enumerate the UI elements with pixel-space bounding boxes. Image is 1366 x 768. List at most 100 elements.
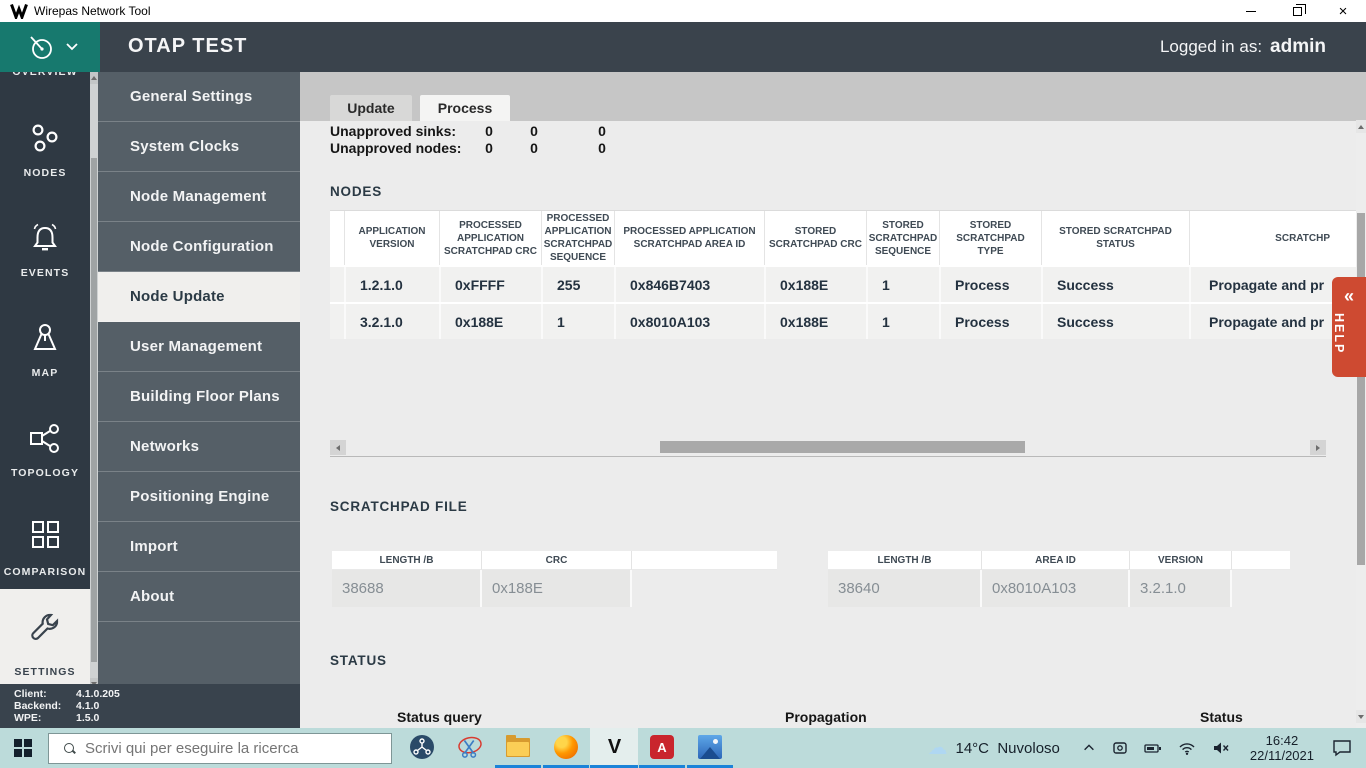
sidebar-scroll-up-button[interactable] xyxy=(90,72,98,84)
row-cell: Process xyxy=(941,267,1043,302)
restore-button[interactable] xyxy=(1274,0,1320,22)
table-row[interactable]: 1.2.1.0 0xFFFF 255 0x846B7403 0x188E 1 P… xyxy=(330,265,1366,302)
help-tab[interactable]: « HELP xyxy=(1332,277,1366,377)
row-cell: Process xyxy=(941,304,1043,339)
os-titlebar: Wirepas Network Tool × xyxy=(0,0,1366,22)
sidebar-item-topology[interactable]: TOPOLOGY xyxy=(0,467,90,479)
search-input[interactable] xyxy=(85,740,375,757)
page-title: OTAP TEST xyxy=(128,35,248,57)
client-version-value: 4.1.0.205 xyxy=(76,688,120,700)
row-cell: 0xFFFF xyxy=(441,267,543,302)
menu-item-system-clocks[interactable]: System Clocks xyxy=(98,122,300,172)
menu-item-node-configuration[interactable]: Node Configuration xyxy=(98,222,300,272)
logged-in-status: Logged in as: admin xyxy=(1160,36,1326,58)
menu-item-general-settings[interactable]: General Settings xyxy=(98,72,300,122)
wirepas-logo-icon xyxy=(10,3,28,19)
unapproved-sinks-label: Unapproved sinks: xyxy=(330,123,457,139)
status-section-title: STATUS xyxy=(330,653,387,668)
hscroll-thumb[interactable] xyxy=(660,441,1025,453)
adobe-acrobat-icon[interactable]: A xyxy=(649,734,675,760)
content-scrollbar[interactable] xyxy=(1356,120,1366,728)
tab-update[interactable]: Update xyxy=(330,95,412,121)
unapproved-nodes-row: Unapproved nodes: 0 0 0 xyxy=(330,140,606,157)
network-tool-icon[interactable] xyxy=(409,734,435,760)
taskbar-search[interactable] xyxy=(48,733,392,764)
overview-active-tile[interactable] xyxy=(0,22,100,72)
file-area-id-value: 0x8010A103 xyxy=(982,570,1130,607)
bell-icon[interactable] xyxy=(27,220,63,256)
row-cell: 0x846B7403 xyxy=(616,267,766,302)
row-cell: 0x8010A103 xyxy=(616,304,766,339)
taskbar-clock[interactable]: 16:42 22/11/2021 xyxy=(1250,733,1314,763)
firefox-icon[interactable] xyxy=(553,734,579,760)
menu-item-building-floor-plans[interactable]: Building Floor Plans xyxy=(98,372,300,422)
gauge-icon xyxy=(30,36,52,59)
nodes-circles-icon[interactable] xyxy=(27,121,63,157)
menu-item-user-management[interactable]: User Management xyxy=(98,322,300,372)
section-divider xyxy=(330,456,1326,457)
column-header: PROCESSED APPLICATION SCRATCHPAD SEQUENC… xyxy=(542,211,615,265)
menu-item-networks[interactable]: Networks xyxy=(98,422,300,472)
sidebar-scrollbar-thumb[interactable] xyxy=(91,158,97,662)
battery-icon[interactable] xyxy=(1144,740,1162,756)
wirepas-app-icon[interactable]: V xyxy=(601,734,627,760)
logged-in-label: Logged in as: xyxy=(1159,37,1263,56)
menu-item-about[interactable]: About xyxy=(98,572,300,622)
start-button[interactable] xyxy=(14,739,32,757)
volume-muted-icon[interactable] xyxy=(1212,740,1230,756)
topology-icon[interactable] xyxy=(27,421,63,457)
hscroll-right-button[interactable] xyxy=(1310,440,1326,455)
scratchpad-sink-table: LENGTH /B CRC 38688 0x188E xyxy=(332,551,777,607)
column-header: VERSION xyxy=(1130,551,1232,570)
sidebar-item-events[interactable]: EVENTS xyxy=(0,267,90,279)
unapproved-nodes-value: 0 xyxy=(485,140,493,156)
scratchpad-file-table: LENGTH /B AREA ID VERSION 38640 0x8010A1… xyxy=(828,551,1290,607)
unapproved-nodes-value: 0 xyxy=(598,140,606,156)
content-scroll-down-button[interactable] xyxy=(1356,710,1366,723)
minimize-button[interactable] xyxy=(1228,0,1274,22)
tab-process[interactable]: Process xyxy=(420,95,510,121)
close-button[interactable]: × xyxy=(1320,0,1366,22)
meet-now-icon[interactable] xyxy=(1112,740,1128,756)
chevron-down-icon[interactable] xyxy=(66,43,78,51)
menu-item-node-management[interactable]: Node Management xyxy=(98,172,300,222)
content-scrollbar-thumb[interactable] xyxy=(1357,213,1365,565)
snipping-tool-icon[interactable] xyxy=(457,734,483,760)
sidebar-item-comparison[interactable]: COMPARISON xyxy=(0,566,90,578)
sidebar-scrollbar[interactable] xyxy=(90,72,98,690)
sidebar-item-map[interactable]: MAP xyxy=(0,367,90,379)
row-cell: 1 xyxy=(868,267,941,302)
nodes-table: APPLICATION VERSION PROCESSED APPLICATIO… xyxy=(330,210,1366,339)
nodes-table-header: APPLICATION VERSION PROCESSED APPLICATIO… xyxy=(330,211,1366,265)
scratchpad-section-title: SCRATCHPAD FILE xyxy=(330,499,468,514)
client-version-label: Client: xyxy=(14,688,47,700)
file-version-value: 3.2.1.0 xyxy=(1130,570,1232,607)
column-header-empty xyxy=(1232,551,1290,570)
wifi-icon[interactable] xyxy=(1178,740,1196,756)
unapproved-sinks-value: 0 xyxy=(530,123,538,139)
sidebar-item-settings-tile[interactable]: SETTINGS xyxy=(0,589,90,684)
menu-item-node-update[interactable]: Node Update xyxy=(98,272,300,322)
app-header: OTAP TEST Logged in as: admin xyxy=(0,22,1366,72)
column-header: PROCESSED APPLICATION SCRATCHPAD CRC xyxy=(440,211,542,265)
map-pin-icon[interactable] xyxy=(27,320,63,356)
column-header: STORED SCRATCHPAD STATUS xyxy=(1042,211,1190,265)
row-cell: 1 xyxy=(543,304,616,339)
table-row[interactable]: 3.2.1.0 0x188E 1 0x8010A103 0x188E 1 Pro… xyxy=(330,302,1366,339)
row-cell: 255 xyxy=(543,267,616,302)
row-cell-empty xyxy=(330,304,346,339)
unapproved-sinks-value: 0 xyxy=(598,123,606,139)
sidebar-item-settings: SETTINGS xyxy=(14,666,76,678)
system-tray: ☁ 14°C Nuvoloso 16:42 22/11/2021 xyxy=(927,728,1366,768)
hscroll-left-button[interactable] xyxy=(330,440,346,455)
content-scroll-up-button[interactable] xyxy=(1356,120,1366,133)
weather-widget[interactable]: ☁ 14°C Nuvoloso xyxy=(927,738,1073,758)
photos-icon[interactable] xyxy=(697,734,723,760)
grid-squares-icon[interactable] xyxy=(27,517,63,553)
action-center-icon[interactable] xyxy=(1332,739,1352,757)
menu-item-import[interactable]: Import xyxy=(98,522,300,572)
file-explorer-icon[interactable] xyxy=(505,734,531,760)
sidebar-item-nodes[interactable]: NODES xyxy=(0,167,90,179)
menu-item-positioning-engine[interactable]: Positioning Engine xyxy=(98,472,300,522)
tray-expand-icon[interactable] xyxy=(1082,741,1096,755)
